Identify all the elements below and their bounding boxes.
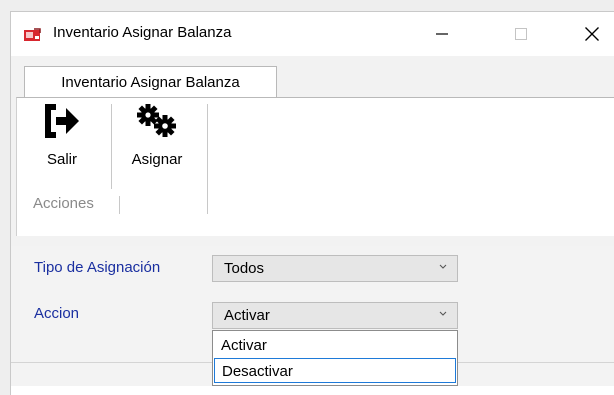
dropdown-option-activar[interactable]: Activar	[214, 333, 456, 358]
ribbon-group-label: Acciones	[33, 195, 94, 212]
accion-label: Accion	[34, 305, 80, 322]
app-window-icon	[24, 28, 41, 41]
asignar-button[interactable]: Asignar	[127, 104, 187, 168]
maximize-icon	[515, 28, 527, 40]
close-icon	[585, 27, 599, 41]
tipo-asignacion-label: Tipo de Asignación	[34, 259, 161, 276]
salir-button[interactable]: Salir	[33, 104, 91, 168]
accion-value: Activar	[224, 307, 270, 324]
dropdown-option-desactivar[interactable]: Desactivar	[214, 358, 456, 383]
ribbon-panel: Salir Asignar Acciones	[16, 97, 614, 236]
ribbon-group-separator	[207, 104, 208, 214]
close-button[interactable]	[569, 12, 614, 56]
ribbon-separator	[111, 104, 112, 189]
ribbon-tab-label: Inventario Asignar Balanza	[61, 74, 240, 91]
minimize-button[interactable]	[419, 12, 465, 56]
title-bar: Inventario Asignar Balanza	[11, 12, 614, 56]
window-title: Inventario Asignar Balanza	[53, 24, 232, 41]
chevron-down-icon	[439, 311, 447, 316]
app-window: Inventario Asignar Balanza Inventario As…	[10, 11, 614, 395]
tipo-asignacion-value: Todos	[224, 260, 265, 277]
gears-icon	[137, 104, 176, 137]
maximize-button[interactable]	[498, 12, 544, 56]
salir-label: Salir	[46, 151, 77, 168]
ribbon-tab[interactable]: Inventario Asignar Balanza	[24, 66, 277, 98]
ribbon: Inventario Asignar Balanza Salir Asignar…	[11, 56, 614, 247]
asignar-label: Asignar	[131, 151, 183, 168]
tipo-asignacion-select[interactable]: Todos	[212, 255, 458, 282]
exit-icon	[45, 104, 79, 138]
accion-select[interactable]: Activar	[212, 302, 458, 329]
chevron-down-icon	[439, 264, 447, 269]
minimize-icon	[436, 33, 448, 35]
accion-dropdown-list: Activar Desactivar	[212, 330, 458, 386]
ribbon-group-separator	[119, 196, 120, 214]
